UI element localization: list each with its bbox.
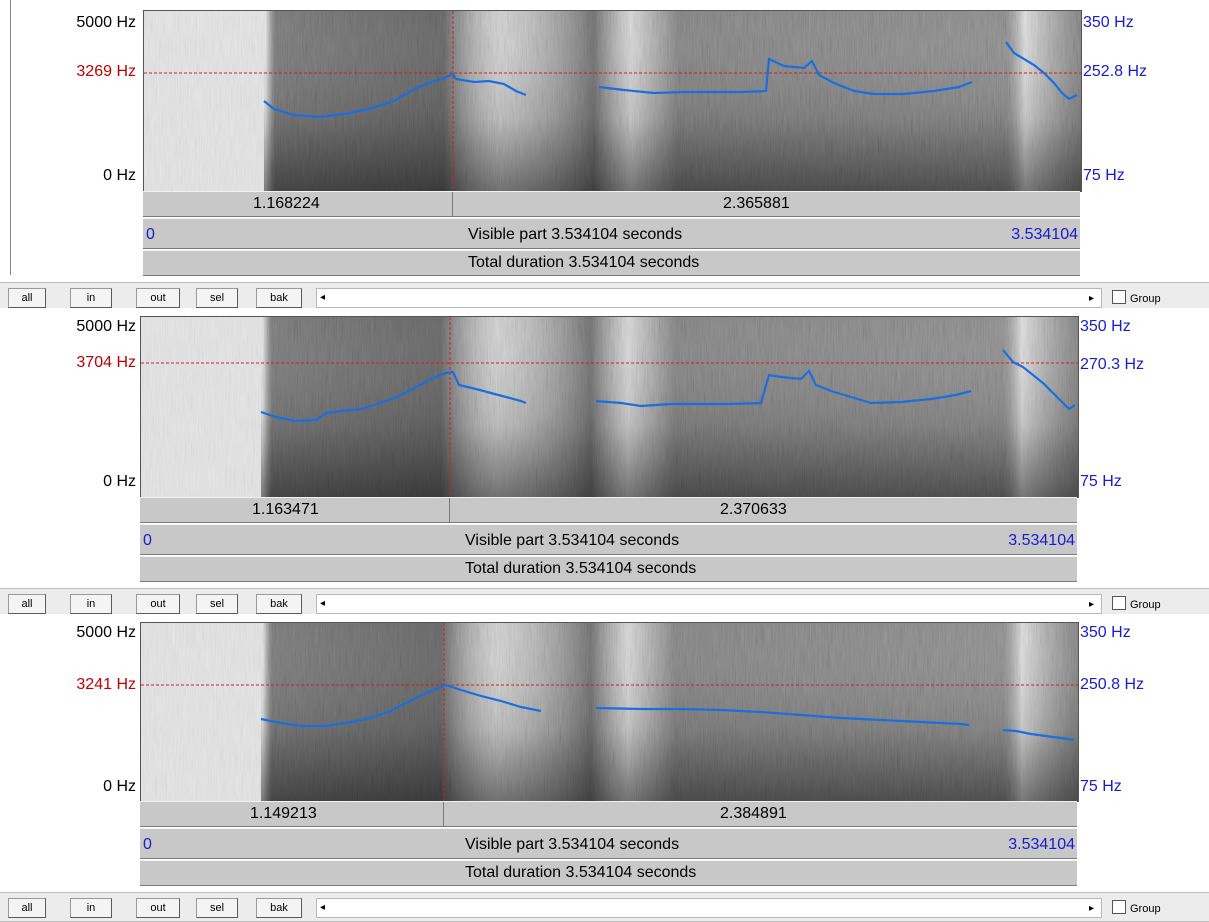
total-duration-label: Total duration 3.534104 seconds <box>468 254 700 271</box>
pitch-top-label: 350 Hz <box>1080 318 1131 335</box>
zoom-in-button[interactable]: in <box>70 288 112 308</box>
pitch-top-label: 350 Hz <box>1080 624 1131 641</box>
horizontal-scrollbar[interactable]: ◂ <box>316 594 1102 614</box>
zoom-sel-button[interactable]: sel <box>196 898 238 918</box>
spectrogram-canvas <box>144 11 1081 191</box>
visible-end: 3.534104 <box>1011 226 1078 243</box>
segment-left-duration: 1.149213 <box>250 805 317 822</box>
scroll-right-arrow-icon[interactable]: ▸ <box>1089 598 1094 612</box>
zoom-in-button[interactable]: in <box>70 898 112 918</box>
freq-bottom-label: 0 Hz <box>103 473 136 490</box>
zoom-in-button[interactable]: in <box>70 594 112 614</box>
scroll-left-arrow-icon[interactable]: ◂ <box>320 901 325 915</box>
segment-bar[interactable]: 1.163471 2.370633 <box>140 497 1077 523</box>
segment-right-duration: 2.370633 <box>720 501 787 518</box>
group-label: Group <box>1130 293 1161 305</box>
group-toggle[interactable]: Group <box>1112 900 1161 917</box>
segment-bar[interactable]: 1.168224 2.365881 <box>143 191 1080 217</box>
group-checkbox[interactable] <box>1112 290 1126 304</box>
horizontal-scrollbar[interactable]: ◂ <box>316 288 1102 308</box>
freq-top-label: 5000 Hz <box>76 318 136 335</box>
pitch-bottom-label: 75 Hz <box>1080 778 1122 795</box>
zoom-back-button[interactable]: bak <box>256 594 302 614</box>
zoom-all-button[interactable]: all <box>8 898 46 918</box>
zoom-back-button[interactable]: bak <box>256 898 302 918</box>
freq-bottom-label: 0 Hz <box>103 778 136 795</box>
segment-right-duration: 2.384891 <box>720 805 787 822</box>
total-duration-label: Total duration 3.534104 seconds <box>465 560 697 577</box>
spectrogram[interactable] <box>143 10 1082 192</box>
spectrogram-canvas <box>141 623 1078 801</box>
freq-cursor-label: 3241 Hz <box>76 676 136 693</box>
editor-pane-1: 5000 Hz 3269 Hz 0 Hz 350 Hz 252.8 Hz 75 … <box>0 0 1209 312</box>
visible-part-label: Visible part 3.534104 seconds <box>465 836 680 853</box>
editor-pane-2: 5000 Hz 3704 Hz 0 Hz 350 Hz 270.3 Hz 75 … <box>0 308 1209 618</box>
segment-left-duration: 1.163471 <box>252 501 319 518</box>
scroll-right-arrow-icon[interactable]: ▸ <box>1089 292 1094 306</box>
pitch-top-label: 350 Hz <box>1083 14 1134 31</box>
freq-cursor-label: 3704 Hz <box>76 354 136 371</box>
zoom-sel-button[interactable]: sel <box>196 288 238 308</box>
visible-part-bar[interactable]: 0 Visible part 3.534104 seconds 3.534104 <box>143 218 1080 249</box>
zoom-all-button[interactable]: all <box>8 594 46 614</box>
segment-divider <box>443 802 444 826</box>
scroll-left-arrow-icon[interactable]: ◂ <box>320 291 325 305</box>
group-label: Group <box>1130 903 1161 915</box>
freq-cursor-label: 3269 Hz <box>76 63 136 80</box>
visible-part-label: Visible part 3.534104 seconds <box>465 532 680 549</box>
freq-top-label: 5000 Hz <box>76 624 136 641</box>
spectrogram-canvas <box>141 317 1078 497</box>
zoom-out-button[interactable]: out <box>136 288 180 308</box>
spectrogram[interactable] <box>140 316 1079 498</box>
zoom-toolbar: all in out sel bak ◂ ▸ Group <box>0 892 1209 922</box>
scroll-left-arrow-icon[interactable]: ◂ <box>320 597 325 611</box>
visible-part-label: Visible part 3.534104 seconds <box>468 226 683 243</box>
segment-divider <box>452 192 453 216</box>
visible-start: 0 <box>143 532 152 549</box>
group-label: Group <box>1130 599 1161 611</box>
pitch-bottom-label: 75 Hz <box>1080 473 1122 490</box>
zoom-out-button[interactable]: out <box>136 898 180 918</box>
window-frame <box>0 0 11 275</box>
freq-bottom-label: 0 Hz <box>103 167 136 184</box>
zoom-back-button[interactable]: bak <box>256 288 302 308</box>
pitch-cursor-label: 250.8 Hz <box>1080 676 1145 693</box>
visible-start: 0 <box>146 226 155 243</box>
visible-part-bar[interactable]: 0 Visible part 3.534104 seconds 3.534104 <box>140 524 1077 555</box>
group-toggle[interactable]: Group <box>1112 596 1161 613</box>
freq-top-label: 5000 Hz <box>76 14 136 31</box>
zoom-sel-button[interactable]: sel <box>196 594 238 614</box>
segment-right-duration: 2.365881 <box>723 195 790 212</box>
spectrogram[interactable] <box>140 622 1079 802</box>
visible-end: 3.534104 <box>1008 532 1075 549</box>
pitch-cursor-label: 270.3 Hz <box>1080 356 1145 373</box>
group-checkbox[interactable] <box>1112 596 1126 610</box>
horizontal-scrollbar[interactable]: ◂ <box>316 898 1102 918</box>
visible-part-bar[interactable]: 0 Visible part 3.534104 seconds 3.534104 <box>140 828 1077 859</box>
zoom-out-button[interactable]: out <box>136 594 180 614</box>
zoom-all-button[interactable]: all <box>8 288 46 308</box>
total-duration-bar[interactable]: Total duration 3.534104 seconds <box>140 556 1077 582</box>
editor-pane-3: 5000 Hz 3241 Hz 0 Hz 350 Hz 250.8 Hz 75 … <box>0 614 1209 922</box>
pitch-cursor-label: 252.8 Hz <box>1083 63 1148 80</box>
total-duration-label: Total duration 3.534104 seconds <box>465 864 697 881</box>
group-toggle[interactable]: Group <box>1112 290 1161 307</box>
pitch-bottom-label: 75 Hz <box>1083 167 1125 184</box>
total-duration-bar[interactable]: Total duration 3.534104 seconds <box>143 250 1080 276</box>
visible-end: 3.534104 <box>1008 836 1075 853</box>
segment-bar[interactable]: 1.149213 2.384891 <box>140 801 1077 827</box>
group-checkbox[interactable] <box>1112 900 1126 914</box>
scroll-right-arrow-icon[interactable]: ▸ <box>1089 902 1094 916</box>
visible-start: 0 <box>143 836 152 853</box>
segment-left-duration: 1.168224 <box>253 195 320 212</box>
total-duration-bar[interactable]: Total duration 3.534104 seconds <box>140 860 1077 886</box>
segment-divider <box>449 498 450 522</box>
